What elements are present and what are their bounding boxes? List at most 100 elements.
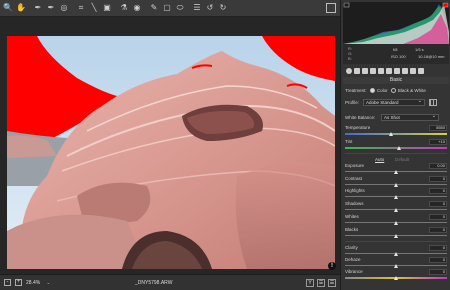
hsl-tab-icon[interactable]: [370, 68, 376, 74]
panel-tabs: [343, 66, 449, 76]
hand-icon[interactable]: ✋: [16, 3, 26, 13]
dehaze-label: Dehaze: [345, 257, 361, 262]
tint-label: Tint: [345, 139, 353, 144]
exposure-label: Exposure: [345, 163, 365, 168]
rotate-right-icon[interactable]: ↻: [218, 3, 228, 13]
exif-shutter: 1/5 s: [415, 47, 424, 52]
file-name: _DNY5798.ARW: [135, 280, 173, 286]
whites-value[interactable]: 0: [429, 214, 447, 220]
temperature-label: Temperature: [345, 125, 371, 130]
treatment-color-radio[interactable]: [369, 88, 375, 94]
rotate-left-icon[interactable]: ↺: [205, 3, 215, 13]
blacks-label: Blacks: [345, 227, 359, 232]
histogram: [343, 2, 449, 44]
adjustments-panel: R: G: B: f/8 1/5 s ISO 100 10-18@10 mm B…: [340, 0, 450, 290]
whites-label: Whites: [345, 214, 359, 219]
tone-curve-tab-icon[interactable]: [354, 68, 360, 74]
profile-dropdown[interactable]: Adobe Standard: [363, 99, 425, 106]
radial-filter-icon[interactable]: ⬭: [175, 3, 185, 13]
treatment-label: Treatment:: [345, 88, 367, 93]
clarity-label: Clarity: [345, 245, 358, 250]
status-bar: - + 28.4% ⌄ _DNY5798.ARW Y ☰ ☰: [0, 274, 340, 290]
exif-info: R: G: B: f/8 1/5 s ISO 100 10-18@10 mm: [343, 44, 449, 64]
graduated-filter-icon[interactable]: ▢: [162, 3, 172, 13]
shadows-value[interactable]: 0: [429, 201, 447, 207]
zoom-dropdown-icon[interactable]: ⌄: [46, 280, 50, 286]
default-button[interactable]: Default: [395, 157, 409, 162]
treatment-bw-radio[interactable]: [390, 88, 396, 94]
treatment-bw-label: Black & White: [397, 88, 426, 93]
presets-tab-icon[interactable]: [410, 68, 416, 74]
zoom-icon[interactable]: 🔍: [3, 3, 13, 13]
fullscreen-icon[interactable]: [326, 3, 336, 13]
white-balance-dropdown[interactable]: As Shot: [381, 114, 439, 121]
before-after-icon[interactable]: Y: [306, 279, 314, 287]
transform-icon[interactable]: ▣: [102, 3, 112, 13]
vibrance-slider-handle[interactable]: [394, 276, 398, 280]
section-divider: [345, 241, 447, 242]
tint-value[interactable]: +10: [429, 139, 447, 145]
snapshots-tab-icon[interactable]: [418, 68, 424, 74]
image-canvas[interactable]: !: [0, 17, 340, 274]
preview-warning-icon[interactable]: !: [328, 262, 336, 270]
treatment-row: Treatment: Color Black & White: [345, 88, 449, 94]
white-balance-icon[interactable]: ✒: [33, 3, 43, 13]
crop-icon[interactable]: ⌗: [76, 3, 86, 13]
exif-aperture: f/8: [393, 47, 398, 52]
compare-icon[interactable]: ☰: [317, 279, 325, 287]
temperature-slider[interactable]: [345, 133, 447, 135]
whites-slider-handle[interactable]: [394, 221, 398, 225]
tint-slider[interactable]: [345, 147, 447, 149]
preferences-icon[interactable]: ☰: [192, 3, 202, 13]
clarity-slider-handle[interactable]: [394, 252, 398, 256]
adjustment-brush-icon[interactable]: ✎: [149, 3, 159, 13]
dehaze-value[interactable]: 0: [429, 257, 447, 263]
vibrance-label: Vibrance: [345, 269, 363, 274]
profile-browser-icon[interactable]: [429, 99, 437, 106]
detail-tab-icon[interactable]: [362, 68, 368, 74]
zoom-out-icon[interactable]: -: [4, 279, 11, 286]
shadows-label: Shadows: [345, 201, 364, 206]
split-toning-tab-icon[interactable]: [378, 68, 384, 74]
blacks-slider-handle[interactable]: [394, 234, 398, 238]
color-sampler-icon[interactable]: ✒: [46, 3, 56, 13]
basic-tab-icon[interactable]: [346, 68, 352, 74]
temperature-value[interactable]: 5550: [429, 125, 447, 131]
photo-image: [7, 36, 335, 269]
vibrance-value[interactable]: 0: [429, 269, 447, 275]
spot-removal-icon[interactable]: ⚗: [119, 3, 129, 13]
exposure-value[interactable]: 0.00: [429, 163, 447, 169]
red-eye-icon[interactable]: ◉: [132, 3, 142, 13]
exposure-slider-handle[interactable]: [394, 170, 398, 174]
auto-button[interactable]: Auto: [375, 157, 384, 162]
tint-slider-handle[interactable]: [397, 146, 402, 150]
zoom-in-icon[interactable]: +: [15, 279, 22, 286]
highlights-label: Highlights: [345, 188, 365, 193]
shadows-slider-handle[interactable]: [394, 208, 398, 212]
lens-tab-icon[interactable]: [386, 68, 392, 74]
contrast-label: Contrast: [345, 176, 363, 181]
settings-icon[interactable]: ☰: [328, 279, 336, 287]
section-title: Basic: [343, 77, 449, 84]
highlights-slider-handle[interactable]: [394, 195, 398, 199]
dehaze-slider-handle[interactable]: [394, 264, 398, 268]
rgb-readout: R: G: B:: [348, 46, 353, 61]
toolbar: 🔍 ✋ ✒ ✒ ◎ ⌗ ╲ ▣ ⚗ ◉ ✎ ▢ ⬭ ☰ ↺ ↻: [0, 0, 340, 17]
exif-iso: ISO 100: [391, 54, 406, 59]
exif-lens: 10-18@10 mm: [418, 54, 445, 59]
contrast-slider-handle[interactable]: [394, 183, 398, 187]
straighten-icon[interactable]: ╲: [89, 3, 99, 13]
photo-preview[interactable]: [7, 36, 335, 269]
highlights-value[interactable]: 0: [429, 188, 447, 194]
contrast-value[interactable]: 0: [429, 176, 447, 182]
fx-tab-icon[interactable]: [394, 68, 400, 74]
section-divider: [345, 153, 447, 154]
clarity-value[interactable]: 0: [429, 245, 447, 251]
target-adjust-icon[interactable]: ◎: [59, 3, 69, 13]
calibration-tab-icon[interactable]: [402, 68, 408, 74]
zoom-level[interactable]: 28.4%: [26, 280, 40, 286]
temperature-slider-handle[interactable]: [388, 132, 393, 136]
blacks-value[interactable]: 0: [429, 227, 447, 233]
histogram-graph: [343, 2, 449, 44]
treatment-color-label: Color: [376, 88, 388, 93]
